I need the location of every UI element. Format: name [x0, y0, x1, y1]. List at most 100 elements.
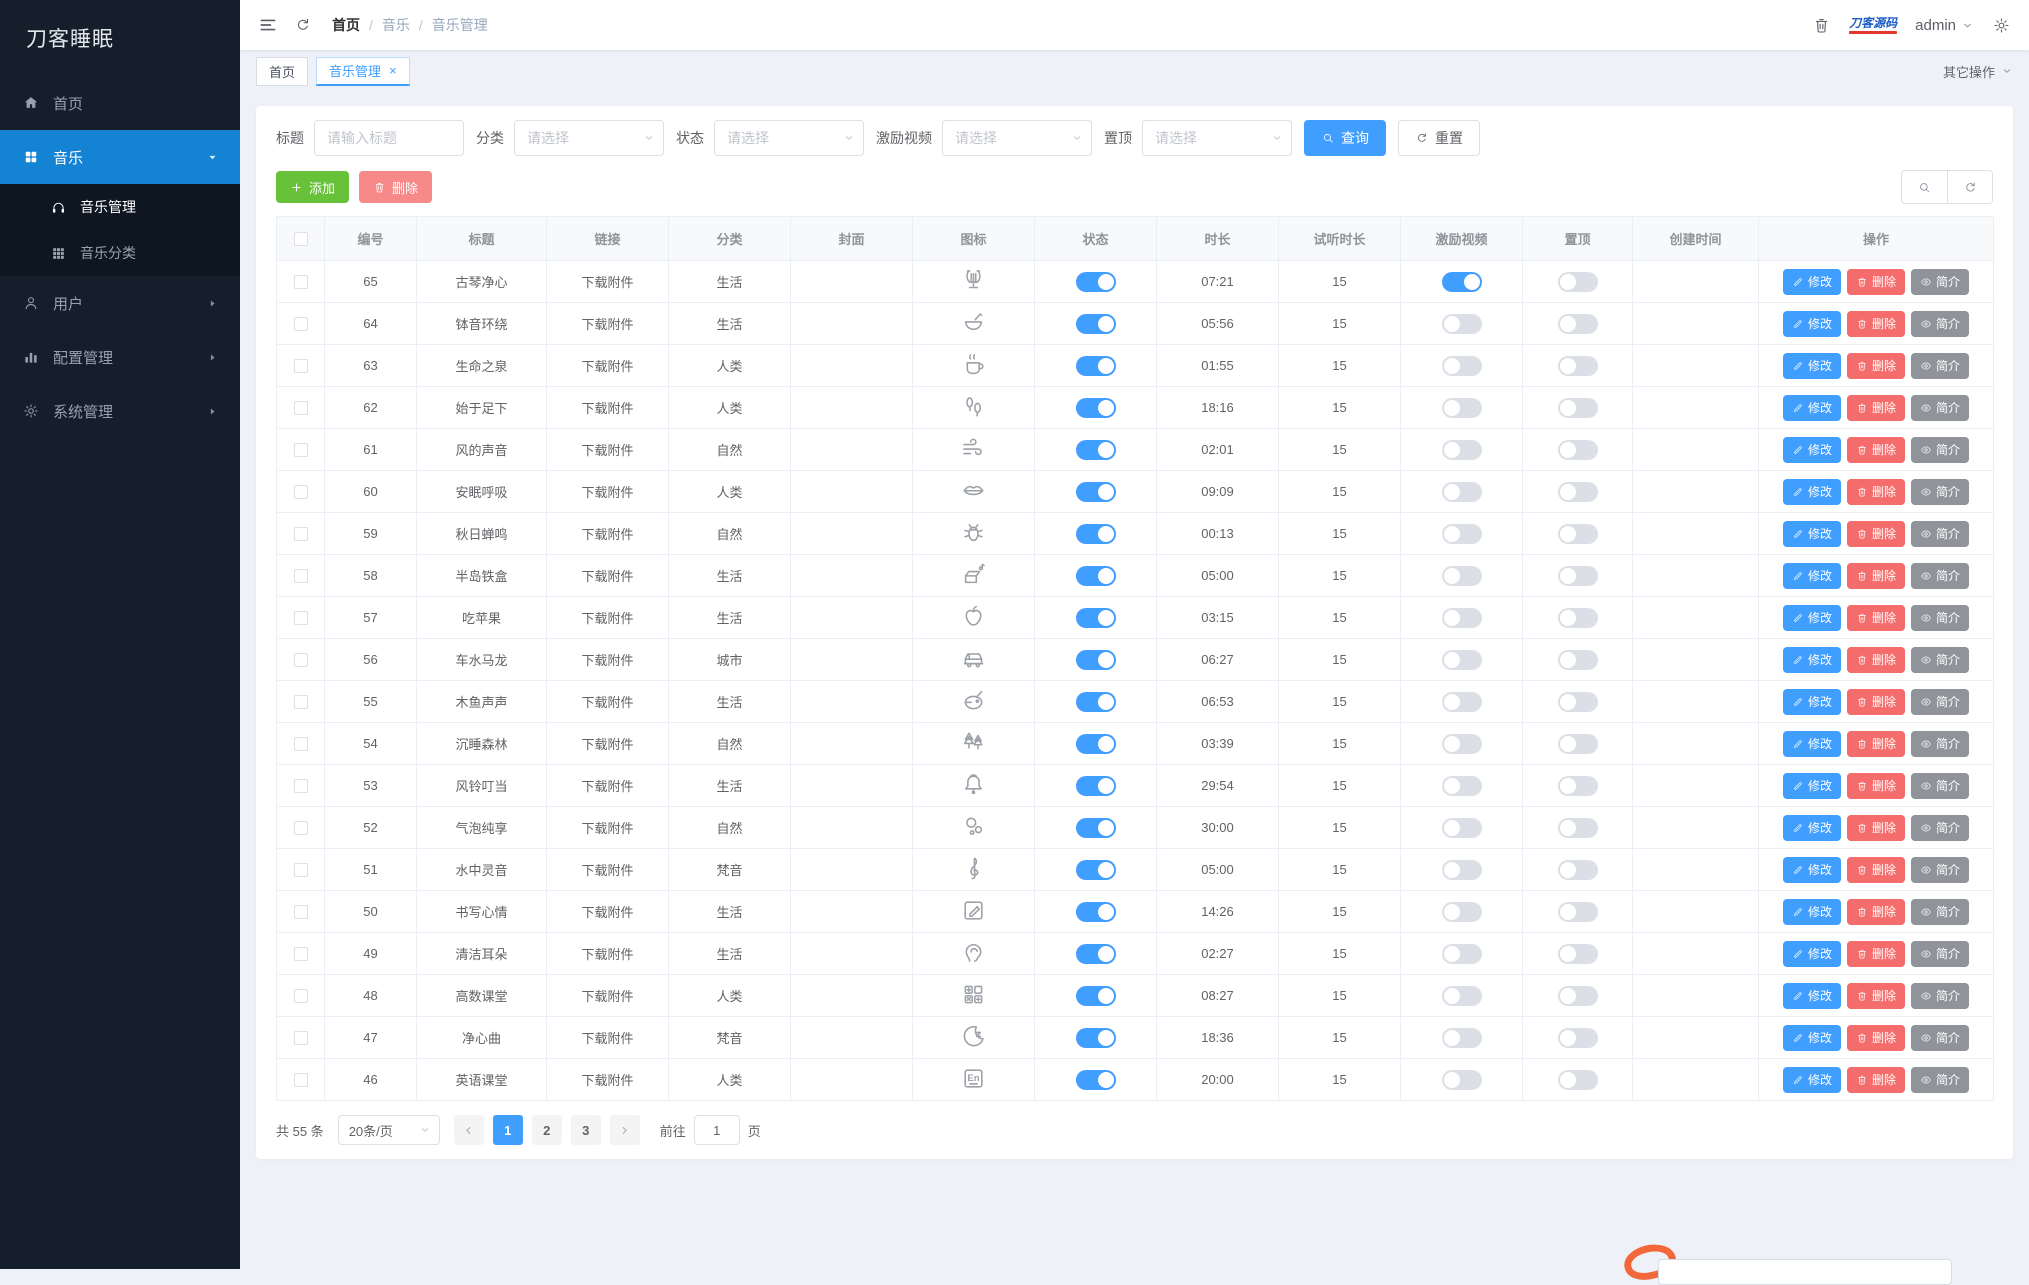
delete-button[interactable]: 删除 — [1846, 436, 1905, 463]
delete-button[interactable]: 删除 — [1846, 982, 1905, 1009]
row-checkbox[interactable] — [293, 905, 308, 920]
status-switch[interactable] — [1075, 397, 1116, 418]
intro-button[interactable]: 简介 — [1911, 898, 1970, 925]
row-checkbox[interactable] — [293, 485, 308, 500]
intro-button[interactable]: 简介 — [1911, 646, 1970, 673]
page-size-select[interactable]: 20条/页 — [337, 1115, 440, 1145]
status-switch[interactable] — [1075, 565, 1116, 586]
incentive-video-switch[interactable] — [1441, 397, 1482, 418]
intro-button[interactable]: 简介 — [1911, 268, 1970, 295]
pin-top-switch[interactable] — [1557, 397, 1598, 418]
edit-button[interactable]: 修改 — [1782, 478, 1841, 505]
row-checkbox[interactable] — [293, 443, 308, 458]
status-switch[interactable] — [1075, 439, 1116, 460]
delete-button[interactable]: 删除 — [1846, 730, 1905, 757]
status-switch[interactable] — [1075, 859, 1116, 880]
edit-button[interactable]: 修改 — [1782, 268, 1841, 295]
refresh-table-button[interactable] — [1947, 171, 1992, 203]
intro-button[interactable]: 简介 — [1911, 940, 1970, 967]
incentive-video-switch[interactable] — [1441, 733, 1482, 754]
row-link[interactable]: 下载附件 — [546, 806, 669, 849]
delete-button[interactable]: 删除 — [1846, 898, 1905, 925]
page-button-2[interactable]: 2 — [531, 1115, 562, 1145]
sidebar-item-users[interactable]: 用户 — [0, 276, 240, 330]
row-checkbox[interactable] — [293, 359, 308, 374]
intro-button[interactable]: 简介 — [1911, 478, 1970, 505]
pin-top-switch[interactable] — [1557, 691, 1598, 712]
page-button-3[interactable]: 3 — [570, 1115, 601, 1145]
prev-page-button[interactable] — [453, 1115, 484, 1145]
row-link[interactable]: 下载附件 — [546, 638, 669, 681]
row-link[interactable]: 下载附件 — [546, 260, 669, 303]
delete-button[interactable]: 删除 — [1846, 520, 1905, 547]
edit-button[interactable]: 修改 — [1782, 982, 1841, 1009]
goto-page-input[interactable] — [693, 1115, 740, 1145]
row-checkbox[interactable] — [293, 569, 308, 584]
incentive-video-switch[interactable] — [1441, 775, 1482, 796]
incentive-video-switch[interactable] — [1441, 817, 1482, 838]
edit-button[interactable]: 修改 — [1782, 730, 1841, 757]
row-checkbox[interactable] — [293, 611, 308, 626]
row-checkbox[interactable] — [293, 779, 308, 794]
next-page-button[interactable] — [609, 1115, 640, 1145]
reset-button[interactable]: 重置 — [1398, 120, 1480, 156]
row-checkbox[interactable] — [293, 1073, 308, 1088]
sidebar-item-music-manage[interactable]: 音乐管理 — [0, 184, 240, 230]
intro-button[interactable]: 简介 — [1911, 436, 1970, 463]
edit-button[interactable]: 修改 — [1782, 394, 1841, 421]
row-checkbox[interactable] — [293, 1031, 308, 1046]
pin-top-switch[interactable] — [1557, 1069, 1598, 1090]
sidebar-item-config[interactable]: 配置管理 — [0, 330, 240, 384]
status-switch[interactable] — [1075, 1027, 1116, 1048]
show-search-button[interactable] — [1902, 171, 1947, 203]
intro-button[interactable]: 简介 — [1911, 730, 1970, 757]
pin-top-switch[interactable] — [1557, 1027, 1598, 1048]
row-checkbox[interactable] — [293, 401, 308, 416]
incentive-video-switch[interactable] — [1441, 481, 1482, 502]
row-link[interactable]: 下载附件 — [546, 470, 669, 513]
incentive-video-switch[interactable] — [1441, 523, 1482, 544]
tab-home[interactable]: 首页 — [256, 56, 309, 86]
row-link[interactable]: 下载附件 — [546, 974, 669, 1017]
row-link[interactable]: 下载附件 — [546, 932, 669, 975]
pin-top-switch[interactable] — [1557, 355, 1598, 376]
intro-button[interactable]: 简介 — [1911, 520, 1970, 547]
intro-button[interactable]: 简介 — [1911, 310, 1970, 337]
pin-top-switch[interactable] — [1557, 649, 1598, 670]
delete-button[interactable]: 删除 — [1846, 646, 1905, 673]
breadcrumb-item[interactable]: 首页 — [332, 15, 360, 35]
pin-top-switch[interactable] — [1557, 733, 1598, 754]
pin-top-switch[interactable] — [1557, 271, 1598, 292]
row-link[interactable]: 下载附件 — [546, 512, 669, 555]
incentive-video-switch[interactable] — [1441, 943, 1482, 964]
status-filter-select[interactable]: 请选择 — [714, 120, 864, 156]
incentive-video-switch[interactable] — [1441, 271, 1482, 292]
select-all-checkbox[interactable] — [293, 232, 308, 247]
batch-delete-button[interactable]: 删除 — [359, 171, 433, 203]
title-filter-input[interactable] — [314, 120, 464, 156]
status-switch[interactable] — [1075, 901, 1116, 922]
delete-button[interactable]: 删除 — [1846, 352, 1905, 379]
delete-button[interactable]: 删除 — [1846, 1024, 1905, 1051]
search-button[interactable]: 查询 — [1304, 120, 1386, 156]
incentive-video-switch[interactable] — [1441, 313, 1482, 334]
intro-button[interactable]: 简介 — [1911, 856, 1970, 883]
intro-button[interactable]: 简介 — [1911, 352, 1970, 379]
status-switch[interactable] — [1075, 523, 1116, 544]
pin-top-switch[interactable] — [1557, 607, 1598, 628]
intro-button[interactable]: 简介 — [1911, 604, 1970, 631]
delete-button[interactable]: 删除 — [1846, 1066, 1905, 1093]
top-filter-select[interactable]: 请选择 — [1142, 120, 1292, 156]
incentive-video-switch[interactable] — [1441, 985, 1482, 1006]
edit-button[interactable]: 修改 — [1782, 898, 1841, 925]
status-switch[interactable] — [1075, 355, 1116, 376]
pin-top-switch[interactable] — [1557, 565, 1598, 586]
tab-music-manage[interactable]: 音乐管理 × — [316, 56, 410, 86]
add-button[interactable]: 添加 — [276, 171, 350, 203]
row-link[interactable]: 下载附件 — [546, 344, 669, 387]
incentive-video-switch[interactable] — [1441, 565, 1482, 586]
delete-button[interactable]: 删除 — [1846, 688, 1905, 715]
row-link[interactable]: 下载附件 — [546, 596, 669, 639]
status-switch[interactable] — [1075, 649, 1116, 670]
row-link[interactable]: 下载附件 — [546, 428, 669, 471]
